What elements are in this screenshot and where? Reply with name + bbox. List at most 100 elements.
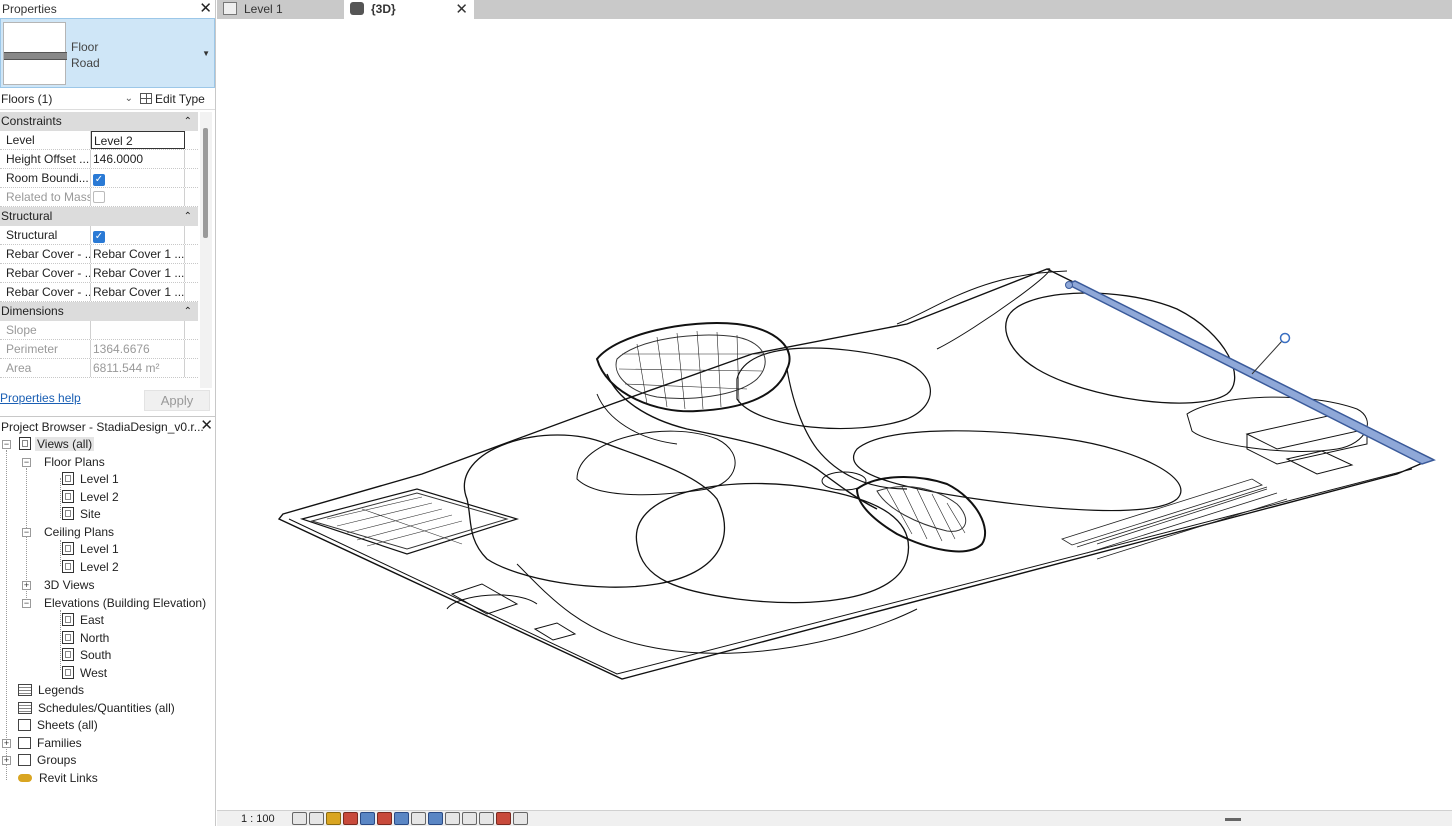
lock-3d-view-icon[interactable] — [411, 812, 426, 825]
tab-3d[interactable]: {3D} ✕ — [344, 0, 474, 19]
collapse-caret-icon[interactable]: ⌃ — [184, 207, 192, 226]
collapse-caret-icon[interactable]: ⌃ — [184, 302, 192, 321]
property-row-structural[interactable]: Structural ✓ — [0, 226, 198, 245]
worksharing-display-icon[interactable] — [513, 812, 528, 825]
type-family-name: Floor — [71, 40, 99, 54]
tree-label: Revit Links — [39, 771, 98, 785]
property-value: 1364.6676 — [91, 340, 185, 358]
property-value[interactable]: Rebar Cover 1 ... — [91, 283, 185, 301]
collapse-icon[interactable]: − — [22, 458, 31, 467]
reveal-constraints-icon[interactable] — [496, 812, 511, 825]
property-row-level[interactable]: Level Level 2 — [0, 131, 198, 150]
tree-elevation-north[interactable]: North — [62, 630, 111, 647]
3d-viewport[interactable] — [217, 19, 1452, 810]
expand-icon[interactable]: + — [2, 739, 11, 748]
group-header-structural[interactable]: Structural ⌃ — [0, 207, 198, 226]
view-scale[interactable]: 1 : 100 — [241, 812, 275, 826]
tree-ceiling-plans[interactable]: − Ceiling Plans — [0, 524, 116, 541]
property-row-rebar-cover-other[interactable]: Rebar Cover - ... Rebar Cover 1 ... — [0, 283, 198, 302]
instance-filter-select[interactable]: Floors (1) ⌄ — [1, 90, 135, 108]
group-name: Structural — [1, 209, 53, 223]
close-project-browser-icon[interactable]: ✕ — [200, 417, 213, 435]
detail-level-icon[interactable] — [292, 812, 307, 825]
minimize-bar-icon[interactable] — [1225, 818, 1241, 821]
instance-filter-row: Floors (1) ⌄ Edit Type — [0, 88, 215, 110]
expand-icon[interactable]: + — [2, 756, 11, 765]
tree-floor-plan-site[interactable]: Site — [62, 506, 103, 523]
tree-label: Site — [80, 507, 101, 521]
tree-label: South — [80, 648, 112, 662]
tree-sheets[interactable]: Sheets (all) — [18, 717, 100, 734]
property-name: Related to Mass — [0, 188, 91, 206]
collapse-icon[interactable]: − — [22, 599, 31, 608]
type-selector[interactable]: Floor Road ▼ — [0, 18, 215, 88]
tree-guide — [60, 610, 61, 670]
collapse-icon[interactable]: − — [22, 528, 31, 537]
tree-3d-views[interactable]: + 3D Views — [0, 577, 96, 594]
group-header-dimensions[interactable]: Dimensions ⌃ — [0, 302, 198, 321]
tree-views-all[interactable]: − Views (all) — [0, 436, 95, 453]
tree-label: Sheets (all) — [37, 718, 98, 732]
edit-type-button[interactable]: Edit Type — [140, 90, 205, 108]
temporary-hide-icon[interactable] — [428, 812, 443, 825]
type-name: Road — [71, 56, 100, 70]
sun-path-icon[interactable] — [326, 812, 341, 825]
property-value: 6811.544 m² — [91, 359, 185, 377]
tree-floor-plan-level-1[interactable]: Level 1 — [62, 471, 121, 488]
analytical-model-icon[interactable] — [462, 812, 477, 825]
properties-scrollbar-thumb[interactable] — [203, 128, 208, 238]
tab-level-1[interactable]: Level 1 — [217, 0, 344, 19]
close-properties-icon[interactable]: ✕ — [199, 0, 212, 18]
tree-label: Level 1 — [80, 542, 119, 556]
plan-view-icon — [62, 560, 74, 573]
apply-button[interactable]: Apply — [144, 390, 210, 411]
view-control-bar: 1 : 100 — [217, 810, 1452, 826]
highlight-displacement-icon[interactable] — [479, 812, 494, 825]
collapse-caret-icon[interactable]: ⌃ — [184, 112, 192, 131]
tree-elevation-south[interactable]: South — [62, 647, 113, 664]
close-tab-icon[interactable]: ✕ — [455, 0, 468, 19]
property-row-rebar-cover-top[interactable]: Rebar Cover - ... Rebar Cover 1 ... — [0, 245, 198, 264]
selection-grip-icon[interactable] — [1279, 332, 1291, 344]
show-crop-region-icon[interactable] — [394, 812, 409, 825]
tree-legends[interactable]: Legends — [18, 682, 86, 699]
collapse-icon[interactable]: − — [2, 440, 11, 449]
tree-ceiling-plan-level-1[interactable]: Level 1 — [62, 541, 121, 558]
visual-style-icon[interactable] — [309, 812, 324, 825]
tree-label: Families — [37, 736, 82, 750]
structural-checkbox[interactable]: ✓ — [93, 231, 105, 243]
tree-elevation-east[interactable]: East — [62, 612, 106, 629]
tree-floor-plans[interactable]: − Floor Plans — [0, 454, 107, 471]
tree-revit-links[interactable]: Revit Links — [18, 770, 100, 787]
revit-link-icon — [18, 774, 32, 782]
property-name: Rebar Cover - ... — [0, 283, 91, 301]
property-value-input[interactable]: Level 2 — [91, 131, 185, 149]
property-row-room-bounding[interactable]: Room Boundi... ✓ — [0, 169, 198, 188]
plan-view-icon — [62, 472, 74, 485]
tree-label: West — [80, 666, 108, 680]
tree-floor-plan-level-2[interactable]: Level 2 — [62, 489, 121, 506]
shadows-icon[interactable] — [343, 812, 358, 825]
properties-help-link[interactable]: Properties help — [0, 391, 81, 405]
property-name: Rebar Cover - ... — [0, 264, 91, 282]
expand-icon[interactable]: + — [22, 581, 31, 590]
room-bounding-checkbox[interactable]: ✓ — [93, 174, 105, 186]
group-header-constraints[interactable]: Constraints ⌃ — [0, 112, 198, 131]
property-value[interactable]: Rebar Cover 1 ... — [91, 245, 185, 263]
tree-elevations[interactable]: − Elevations (Building Elevation) — [0, 595, 208, 612]
property-row-rebar-cover-bottom[interactable]: Rebar Cover - ... Rebar Cover 1 ... — [0, 264, 198, 283]
reveal-hidden-icon[interactable] — [445, 812, 460, 825]
rendering-icon[interactable] — [360, 812, 375, 825]
tree-label: Elevations (Building Elevation) — [44, 596, 207, 610]
view-tab-bar: Level 1 {3D} ✕ — [217, 0, 1452, 19]
tree-ceiling-plan-level-2[interactable]: Level 2 — [62, 559, 121, 576]
tree-elevation-west[interactable]: West — [62, 665, 109, 682]
tree-groups[interactable]: + Groups — [0, 752, 78, 769]
tree-schedules[interactable]: Schedules/Quantities (all) — [18, 700, 177, 717]
property-row-height-offset[interactable]: Height Offset ... 146.0000 — [0, 150, 198, 169]
tree-families[interactable]: + Families — [0, 735, 84, 752]
type-dropdown-arrow-icon[interactable]: ▼ — [202, 49, 210, 58]
property-value[interactable]: 146.0000 — [91, 150, 185, 168]
property-value[interactable]: Rebar Cover 1 ... — [91, 264, 185, 282]
crop-view-icon[interactable] — [377, 812, 392, 825]
